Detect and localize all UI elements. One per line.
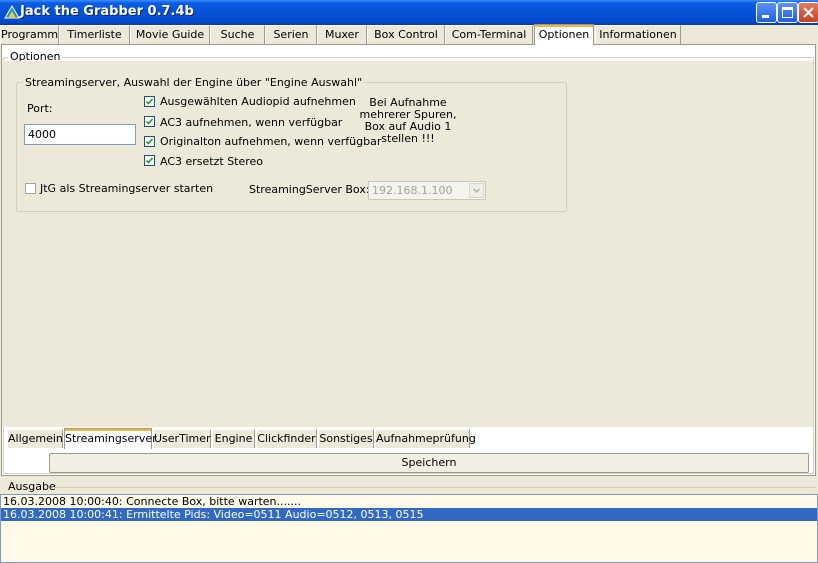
checkbox-ac3-label: AC3 aufnehmen, wenn verfügbar xyxy=(160,116,343,129)
maximize-button[interactable] xyxy=(777,2,798,23)
tab-label: Muxer xyxy=(325,28,359,41)
save-button[interactable]: Speichern xyxy=(49,453,809,473)
checkmark-icon xyxy=(145,157,154,164)
minimize-icon xyxy=(762,15,769,18)
output-divider xyxy=(52,487,816,488)
tab-clickfinder[interactable]: Clickfinder xyxy=(256,429,317,448)
tab-label: Timerliste xyxy=(67,28,122,41)
close-icon xyxy=(803,7,814,18)
checkbox-ac3[interactable] xyxy=(144,116,155,127)
tab-label: Com-Terminal xyxy=(451,28,527,41)
app-icon xyxy=(4,5,20,19)
server-box-label: StreamingServer Box: xyxy=(249,183,370,196)
tab-label: UserTimer xyxy=(154,432,211,445)
log-line[interactable]: 16.03.2008 10:00:40: Connecte Box, bitte… xyxy=(1,495,817,508)
checkbox-audiopid[interactable] xyxy=(144,96,155,107)
checkbox-audiopid-label: Ausgewählten Audiopid aufnehmen xyxy=(160,95,356,108)
tab-muxer[interactable]: Muxer xyxy=(317,25,367,44)
checkmark-icon xyxy=(145,138,154,145)
minimize-button[interactable] xyxy=(756,2,777,23)
tab-movie-guide[interactable]: Movie Guide xyxy=(130,25,210,44)
server-box-value: 192.168.1.100 xyxy=(372,184,453,197)
server-box-select[interactable]: 192.168.1.100 xyxy=(368,181,486,200)
tab-label: Engine xyxy=(214,432,253,445)
checkbox-ac3-stereo[interactable] xyxy=(144,155,155,166)
tab-label: Clickfinder xyxy=(257,432,316,445)
tab-label: Suche xyxy=(220,28,255,41)
tab-label: Streamingserver xyxy=(65,432,157,445)
checkmark-icon xyxy=(145,98,154,105)
tab-aufnahmepruefung[interactable]: Aufnahmeprüfung xyxy=(375,429,476,448)
output-label: Ausgabe xyxy=(8,480,56,493)
tab-box-control[interactable]: Box Control xyxy=(367,25,445,44)
tab-label: Movie Guide xyxy=(135,28,205,41)
maximize-icon xyxy=(782,7,793,18)
chevron-down-icon xyxy=(472,188,481,194)
checkmark-icon xyxy=(145,118,154,125)
output-log[interactable]: 16.03.2008 10:00:40: Connecte Box, bitte… xyxy=(0,494,818,563)
streaming-group-label: Streamingserver, Auswahl der Engine über… xyxy=(23,76,365,89)
main-tab-strip: Programm Timerliste Movie Guide Suche Se… xyxy=(0,24,818,45)
tab-label: Optionen xyxy=(538,28,590,41)
tab-engine[interactable]: Engine xyxy=(212,429,255,448)
port-input[interactable] xyxy=(24,124,136,145)
tab-label: Aufnahmeprüfung xyxy=(376,432,476,445)
info-line: stellen !!! xyxy=(381,132,435,145)
log-line-selected[interactable]: 16.03.2008 10:00:41: Ermittelte Pids: Vi… xyxy=(1,508,817,521)
checkbox-originalton[interactable] xyxy=(144,136,155,147)
close-button[interactable] xyxy=(798,2,818,23)
audio-info-note: Bei Aufnahme mehrerer Spuren, Box auf Au… xyxy=(358,97,458,145)
tab-timerliste[interactable]: Timerliste xyxy=(59,25,130,44)
tab-optionen[interactable]: Optionen xyxy=(534,24,594,45)
port-label: Port: xyxy=(27,102,53,115)
tab-allgemein[interactable]: Allgemein xyxy=(7,429,63,448)
checkbox-originalton-label: Originalton aufnehmen, wenn verfügbar xyxy=(160,135,382,148)
tab-label: Box Control xyxy=(374,28,438,41)
tab-usertimer[interactable]: UserTimer xyxy=(153,429,211,448)
tab-streamingserver[interactable]: Streamingserver xyxy=(64,428,157,449)
tab-label: Allgemein xyxy=(8,432,63,445)
title-bar[interactable]: Jack the Grabber 0.7.4b xyxy=(0,0,818,25)
dropdown-arrow-button[interactable] xyxy=(469,183,484,198)
tab-suche[interactable]: Suche xyxy=(210,25,265,44)
checkbox-start-server[interactable] xyxy=(25,183,36,194)
tab-programm[interactable]: Programm xyxy=(0,25,59,44)
tab-label: Serien xyxy=(273,28,309,41)
tab-label: Sonstiges xyxy=(319,432,373,445)
tab-sonstiges[interactable]: Sonstiges xyxy=(318,429,374,448)
window-title: Jack the Grabber 0.7.4b xyxy=(20,4,194,19)
start-server-label: JtG als Streamingserver starten xyxy=(40,182,214,195)
tab-label: Informationen xyxy=(599,28,677,41)
tab-label: Programm xyxy=(1,28,59,41)
tab-informationen[interactable]: Informationen xyxy=(595,25,681,44)
checkbox-ac3-stereo-label: AC3 ersetzt Stereo xyxy=(160,155,264,168)
tab-serien[interactable]: Serien xyxy=(265,25,317,44)
tab-com-terminal[interactable]: Com-Terminal xyxy=(445,25,533,44)
